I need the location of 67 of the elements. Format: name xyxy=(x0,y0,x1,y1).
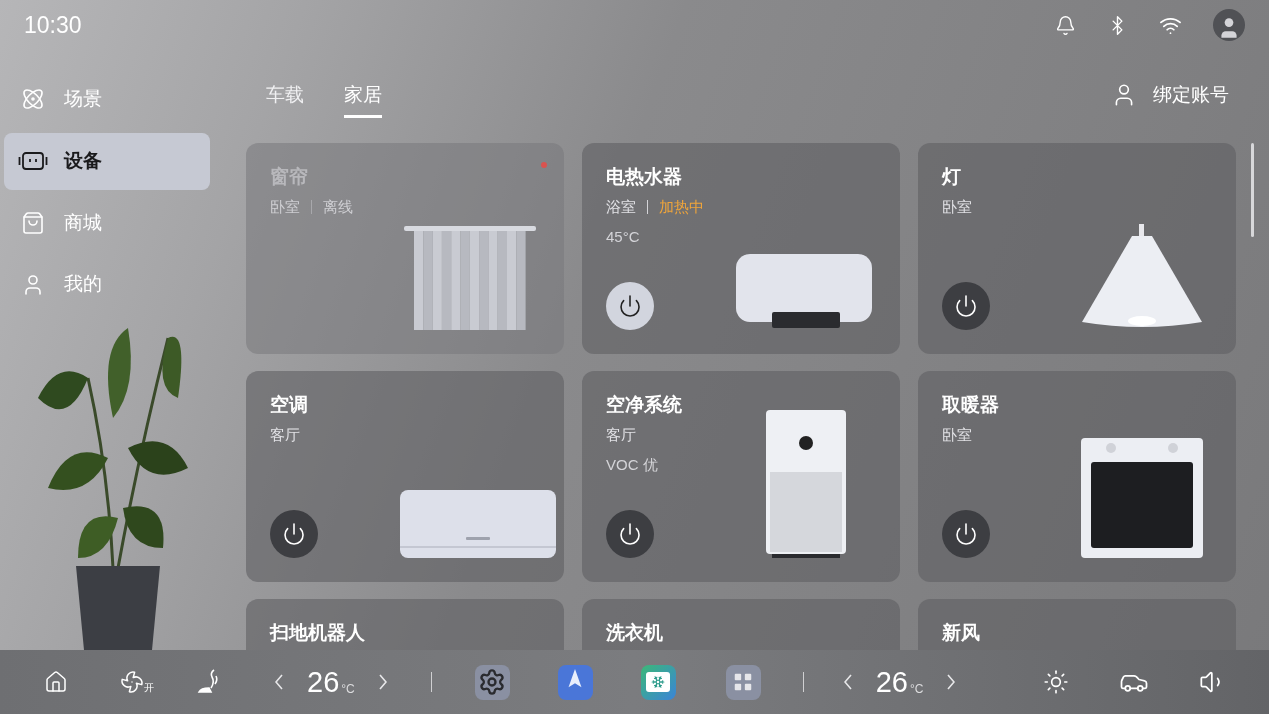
room-label: 客厅 xyxy=(606,425,636,445)
device-name: 扫地机器人 xyxy=(270,621,366,645)
power-icon xyxy=(618,294,642,318)
power-icon xyxy=(282,522,306,546)
fan-icon xyxy=(120,670,144,694)
status-label: 离线 xyxy=(323,197,353,217)
reading-label: VOC 优 xyxy=(606,455,659,475)
power-button[interactable] xyxy=(606,510,654,558)
avatar-icon[interactable] xyxy=(1213,9,1245,41)
device-card[interactable]: 灯 卧室 xyxy=(918,143,1236,354)
room-label: 卧室 xyxy=(942,425,972,445)
decrease-button[interactable] xyxy=(843,674,852,690)
device-card[interactable]: 取暖器 卧室 xyxy=(918,371,1236,582)
device-card[interactable]: 空净系统 客厅 VOC 优 xyxy=(582,371,900,582)
room-label: 浴室 xyxy=(606,197,636,217)
temperature-value: 26 xyxy=(307,666,340,698)
room-label: 卧室 xyxy=(270,197,300,217)
increase-button[interactable] xyxy=(947,674,956,690)
temperature-unit: °C xyxy=(341,681,355,698)
device-card[interactable]: 新风 xyxy=(918,599,1236,650)
device-card[interactable]: 电热水器 浴室 加热中 45°C xyxy=(582,143,900,354)
sun-icon[interactable] xyxy=(1043,669,1069,695)
bell-icon[interactable] xyxy=(1055,14,1076,36)
power-button[interactable] xyxy=(942,282,990,330)
device-name: 空调 xyxy=(270,393,309,417)
chevron-left-icon xyxy=(275,674,283,690)
power-button[interactable] xyxy=(270,510,318,558)
device-card[interactable]: 洗衣机 xyxy=(582,599,900,650)
device-card[interactable]: 扫地机器人 xyxy=(246,599,564,650)
temperature-unit: °C xyxy=(910,681,924,698)
clock-time: 10:30 xyxy=(24,10,82,40)
seat-heating-icon[interactable] xyxy=(197,668,221,696)
room-label: 客厅 xyxy=(270,425,300,445)
app-grid-icon[interactable] xyxy=(725,664,761,700)
decrease-button[interactable] xyxy=(275,674,283,690)
navigation-app-icon[interactable] xyxy=(557,664,593,700)
device-card[interactable]: 空调 客厅 xyxy=(246,371,564,582)
settings-app-icon[interactable] xyxy=(474,664,510,700)
device-name: 新风 xyxy=(942,621,981,645)
increase-button[interactable] xyxy=(378,674,387,690)
shopping-bag-icon xyxy=(21,210,45,235)
device-name: 灯 xyxy=(942,165,962,189)
device-name: 取暖器 xyxy=(942,393,1000,417)
power-icon xyxy=(954,294,978,318)
chevron-right-icon xyxy=(378,674,387,690)
status-label: 加热中 xyxy=(659,197,704,217)
chevron-left-icon xyxy=(843,674,852,690)
snowflake-app-icon[interactable] xyxy=(640,664,676,700)
device-icon xyxy=(18,151,48,172)
device-name: 空净系统 xyxy=(606,393,683,417)
device-name: 洗衣机 xyxy=(606,621,664,645)
home-icon[interactable] xyxy=(44,670,68,694)
scrollbar[interactable] xyxy=(1251,143,1254,237)
room-label: 卧室 xyxy=(942,197,972,217)
chevron-right-icon xyxy=(947,674,956,690)
device-name: 电热水器 xyxy=(606,165,683,189)
tab[interactable]: 家居 xyxy=(344,80,382,118)
power-button[interactable] xyxy=(606,282,654,330)
sidebar-item[interactable]: 设备 xyxy=(4,132,210,190)
power-icon xyxy=(954,522,978,546)
atom-icon xyxy=(21,87,45,112)
temperature-value: 26 xyxy=(875,666,908,698)
bind-account-button[interactable]: 绑定账号 xyxy=(1111,80,1229,110)
fan-button[interactable]: 开 xyxy=(120,670,154,694)
reading-label: 45°C xyxy=(606,227,641,247)
power-button[interactable] xyxy=(942,510,990,558)
power-icon xyxy=(618,522,642,546)
